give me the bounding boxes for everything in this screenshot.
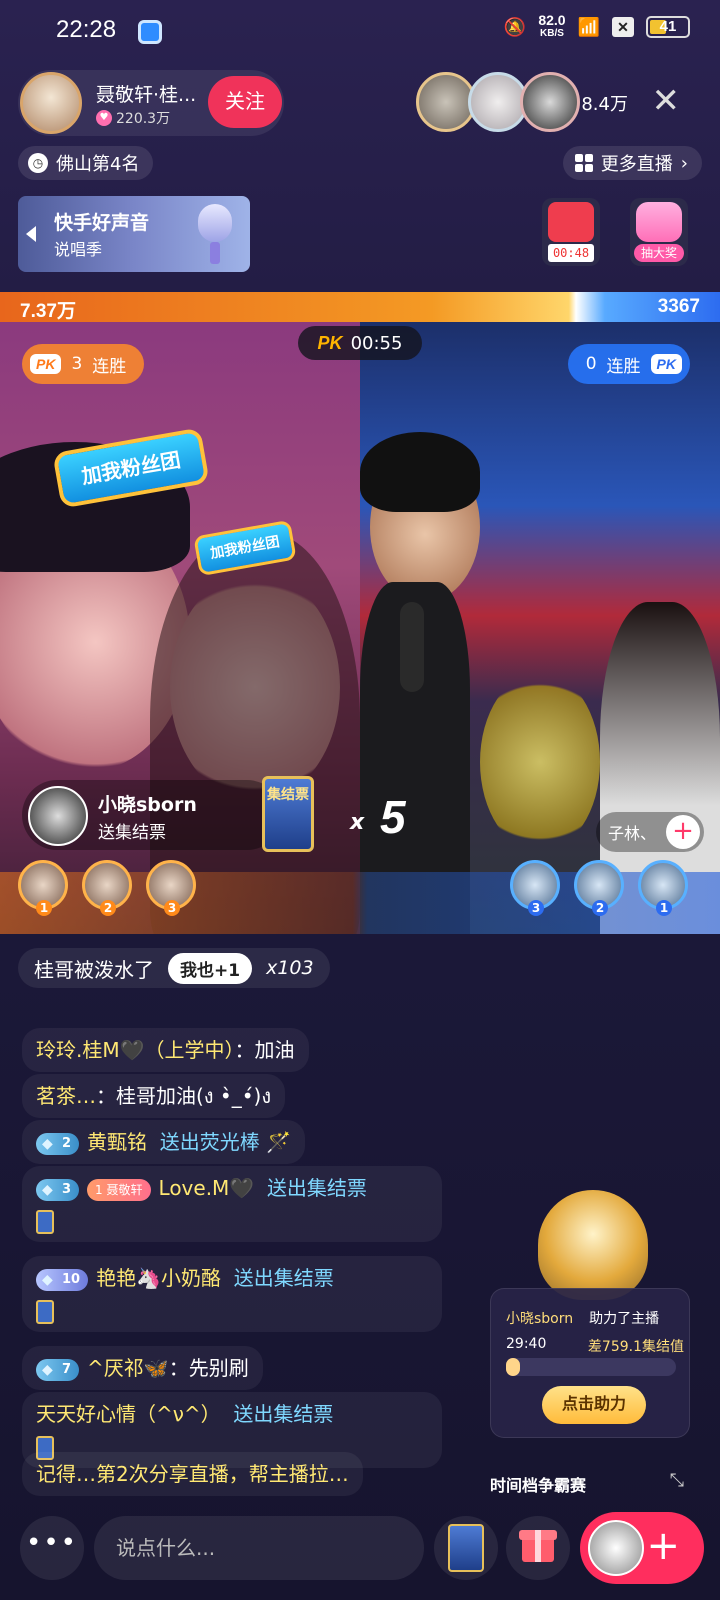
city-rank[interactable]: ◷ 佛山第4名	[18, 146, 154, 180]
viewer-avatar[interactable]	[520, 72, 580, 132]
gift-sender-avatar[interactable]	[28, 786, 88, 846]
pk-timer: PK 00:55	[298, 326, 422, 360]
level-badge: 10	[36, 1268, 89, 1291]
user-avatar	[588, 1520, 644, 1576]
banner-subtitle: 说唱季	[54, 240, 103, 259]
host-likes: ♥ 220.3万	[96, 108, 170, 128]
follow-button[interactable]: 关注	[208, 76, 282, 128]
red-packet-icon	[548, 202, 594, 242]
heart-icon: ♥	[96, 110, 112, 126]
lottery-button[interactable]: 抽大奖	[630, 198, 688, 266]
play-icon	[26, 226, 36, 242]
right-contributor-3[interactable]: 3	[510, 860, 560, 916]
comment-item[interactable]: 7^厌祁🦋：先别刷	[22, 1346, 263, 1390]
comment-input[interactable]	[94, 1516, 424, 1580]
ticket-icon	[36, 1209, 54, 1234]
level-badge: 7	[36, 1358, 80, 1381]
add-icon[interactable]: +	[666, 815, 700, 849]
app-notification-icon	[138, 20, 162, 44]
wifi-icon: 📶	[577, 16, 600, 37]
pk-right-score: 3367	[657, 296, 700, 317]
left-contributor-1[interactable]: 1	[18, 860, 68, 916]
sim-icon: ✕	[612, 17, 634, 37]
level-badge: 3	[36, 1178, 80, 1201]
ticket-gift-button[interactable]	[434, 1516, 498, 1580]
pk-score-bar	[0, 292, 720, 322]
viewer-avatar[interactable]	[468, 72, 528, 132]
trophy-icon	[538, 1190, 648, 1300]
support-card[interactable]: 小晓sborn 助力了主播 29:40 差759.1集结值 点击助力	[490, 1190, 700, 1440]
support-progress	[506, 1358, 676, 1376]
right-contributor-2[interactable]: 2	[574, 860, 624, 916]
mute-bell-icon: 🔕	[503, 16, 527, 37]
red-packet-timer[interactable]: 00:48	[542, 198, 600, 266]
hot-topic: 桂哥被泼水了 我也+1 x103	[18, 948, 330, 988]
gift-multiplier: x	[350, 810, 365, 835]
battery-indicator: 41	[646, 16, 690, 38]
support-button[interactable]: 点击助力	[542, 1386, 646, 1424]
gift-button[interactable]	[506, 1516, 570, 1580]
plus-icon: +	[646, 1523, 680, 1569]
me-too-button[interactable]: 我也+1	[168, 952, 253, 984]
gift-action: 送集结票	[98, 823, 166, 843]
left-contributor-2[interactable]: 2	[82, 860, 132, 916]
fan-badge: 1 聂敬轩	[87, 1178, 151, 1201]
microphone-icon	[194, 204, 236, 264]
comment-item[interactable]: 茗茶…：桂哥加油(ง •̀_•́)ง	[22, 1074, 286, 1118]
clock-icon: ◷	[28, 153, 48, 173]
banner-title: 快手好声音	[54, 212, 150, 234]
event-banner[interactable]: 快手好声音 说唱季	[18, 196, 250, 272]
comment-item[interactable]: 2黄甄铭 送出荧光棒 🪄	[22, 1120, 306, 1164]
gift-count: 5	[380, 791, 406, 843]
right-host-contributors[interactable]: 子林、 +	[595, 812, 704, 852]
ticket-gift-icon: 集结票	[262, 776, 314, 852]
viewer-avatar[interactable]	[416, 72, 476, 132]
level-badge: 2	[36, 1132, 80, 1155]
close-icon[interactable]: ✕	[652, 84, 681, 118]
status-icons: 🔕 82.0 KB/S 📶 ✕ 41	[503, 12, 690, 40]
ticket-icon	[448, 1524, 484, 1572]
collapse-icon[interactable]: ⤡	[670, 1470, 684, 1491]
start-live-button[interactable]: +	[580, 1512, 704, 1584]
host-avatar[interactable]	[20, 72, 82, 134]
ticket-icon	[36, 1299, 54, 1324]
left-win-streak: PK 3 连胜	[22, 344, 145, 384]
comment-item[interactable]: 10艳艳🦄小奶酪 送出集结票	[22, 1256, 442, 1332]
event-label: 时间档争霸赛	[490, 1476, 587, 1495]
pk-left-score: 7.37万	[20, 301, 76, 322]
status-time: 22:28	[56, 16, 117, 43]
chevron-right-icon: ›	[680, 152, 688, 174]
right-contributor-1[interactable]: 1	[638, 860, 688, 916]
glow-stick-icon: 🪄	[266, 1130, 292, 1154]
host-name: 聂敬轩·桂...	[96, 84, 197, 106]
gift-sender-name: 小晓sborn	[98, 794, 197, 816]
top-viewers[interactable]	[416, 72, 580, 132]
support-countdown: 29:40	[506, 1336, 547, 1352]
grid-icon	[574, 154, 593, 172]
more-live-button[interactable]: 更多直播 ›	[562, 146, 702, 180]
support-gap: 差759.1集结值	[587, 1339, 684, 1355]
comment-item[interactable]: 31 聂敬轩Love.M🖤 送出集结票	[22, 1166, 442, 1242]
right-win-streak: 0 连胜 PK	[567, 344, 690, 384]
left-contributor-3[interactable]: 3	[146, 860, 196, 916]
network-speed: 82.0 KB/S	[538, 12, 566, 39]
more-options-button[interactable]: •••	[20, 1516, 84, 1580]
comment-item[interactable]: 记得…第2次分享直播，帮主播拉…	[22, 1452, 363, 1496]
viewer-count[interactable]: 8.4万	[581, 90, 628, 116]
status-bar: 22:28 🔕 82.0 KB/S 📶 ✕ 41	[0, 0, 720, 64]
comment-item[interactable]: 玲玲.桂M🖤（上学中）：加油	[22, 1028, 309, 1072]
cat-gift-icon	[636, 202, 682, 242]
